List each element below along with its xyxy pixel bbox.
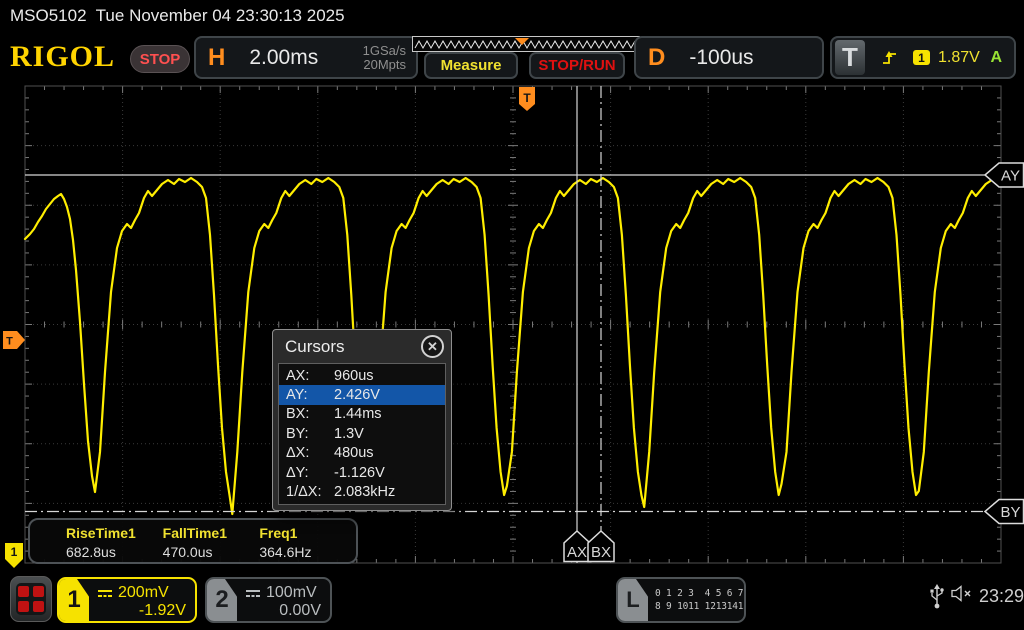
cursor-row-ax[interactable]: AX: 960us (279, 366, 445, 385)
channel-1-pill[interactable]: 1 200mV -1.92V (57, 577, 197, 623)
channel-1-number: 1 (59, 579, 89, 621)
channel-2-scale: 100mV (266, 584, 317, 602)
clock: 23:29 (979, 586, 1024, 607)
speaker-muted-icon[interactable] (950, 585, 976, 602)
logic-channels-row1: 0 1 2 3 4 5 6 7 (655, 587, 746, 600)
channel-1-offset: -1.92V (97, 602, 186, 620)
channel-2-pill[interactable]: 2 100mV 0.00V (205, 577, 332, 623)
measurement-risetime[interactable]: RiseTime1 682.8us (66, 520, 163, 562)
channel-2-number: 2 (207, 579, 237, 621)
dc-coupling-icon (245, 587, 261, 599)
cursor-row-dx[interactable]: ΔX: 480us (279, 444, 445, 463)
usb-icon (929, 583, 945, 611)
svg-text:AY: AY (1001, 168, 1020, 185)
svg-text:1: 1 (11, 545, 18, 559)
svg-text:T: T (6, 336, 13, 348)
channel-1-scale: 200mV (118, 584, 169, 602)
cursor-row-bx[interactable]: BX: 1.44ms (279, 405, 445, 424)
dc-coupling-icon (97, 587, 113, 599)
channel-2-offset: 0.00V (245, 602, 321, 620)
cursors-value-list: AX: 960us AY: 2.426V BX: 1.44ms BY: 1.3V… (278, 363, 446, 505)
cursors-dialog: Cursors ✕ AX: 960us AY: 2.426V BX: 1.44m… (272, 329, 452, 511)
logic-label: L (618, 579, 648, 621)
cursor-row-dy[interactable]: ΔY: -1.126V (279, 463, 445, 482)
svg-text:BY: BY (1000, 504, 1020, 521)
measurement-freq[interactable]: Freq1 364.6Hz (259, 520, 356, 562)
cursor-row-by[interactable]: BY: 1.3V (279, 424, 445, 443)
logic-channels-row2: 8 9 1011 12131415 (655, 600, 746, 613)
cursor-row-inv-dx[interactable]: 1/ΔX: 2.083kHz (279, 482, 445, 501)
all-measure-icon[interactable] (10, 576, 52, 622)
oscilloscope-screen: MSO5102 Tue November 04 23:30:13 2025 RI… (0, 0, 1024, 630)
logic-channels-pill[interactable]: L 0 1 2 3 4 5 6 7 8 9 1011 12131415 (616, 577, 746, 623)
measurement-falltime[interactable]: FallTime1 470.0us (163, 520, 260, 562)
cursor-row-ay[interactable]: AY: 2.426V (279, 385, 445, 404)
svg-text:T: T (523, 91, 531, 105)
measurement-results-panel[interactable]: RiseTime1 682.8us FallTime1 470.0us Freq… (28, 518, 358, 564)
svg-text:AX: AX (567, 544, 587, 561)
svg-text:BX: BX (591, 544, 611, 561)
close-icon[interactable]: ✕ (421, 335, 444, 358)
